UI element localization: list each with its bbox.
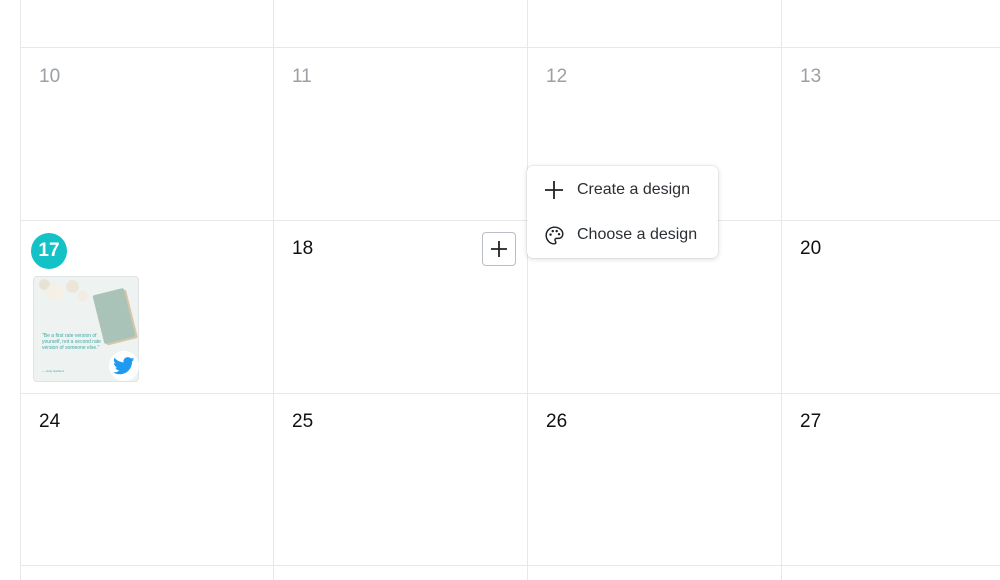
add-design-menu: Create a design Choose a design <box>527 166 718 258</box>
day-number: 26 <box>546 411 568 432</box>
day-cell[interactable]: 13 <box>782 48 1000 220</box>
day-number: 24 <box>39 411 61 432</box>
palette-icon <box>543 224 565 246</box>
menu-item-create-design[interactable]: Create a design <box>527 168 718 212</box>
day-cell[interactable]: 27 <box>782 394 1000 565</box>
day-cell[interactable]: 10 <box>21 48 273 220</box>
menu-item-choose-design[interactable]: Choose a design <box>527 213 718 257</box>
design-quote-author: — Judy Garland <box>42 369 64 373</box>
calendar-grid: 10 11 12 13 17 "Be a first rate version … <box>0 0 1000 580</box>
twitter-icon <box>109 351 139 381</box>
day-cell[interactable]: 26 <box>528 394 781 565</box>
add-design-button[interactable] <box>482 232 516 266</box>
day-number: 20 <box>800 238 822 259</box>
today-badge: 17 <box>31 233 67 269</box>
menu-item-label: Create a design <box>577 181 690 198</box>
day-number: 13 <box>800 66 822 87</box>
day-number: 10 <box>39 66 61 87</box>
design-quote-text: "Be a first rate version of yourself, no… <box>42 333 101 351</box>
menu-item-label: Choose a design <box>577 226 698 243</box>
grid-divider <box>20 565 1000 566</box>
day-number: 25 <box>292 411 314 432</box>
day-number: 18 <box>292 238 314 259</box>
plus-icon <box>543 179 565 201</box>
day-cell[interactable]: 11 <box>274 48 527 220</box>
day-cell[interactable]: 24 <box>21 394 273 565</box>
day-number: 11 <box>292 66 312 87</box>
day-number: 12 <box>546 66 568 87</box>
day-cell[interactable]: 20 <box>782 221 1000 393</box>
day-number: 27 <box>800 411 822 432</box>
plus-icon <box>491 241 507 257</box>
day-cell[interactable]: 25 <box>274 394 527 565</box>
day-cell-today[interactable]: 17 "Be a first rate version of yourself,… <box>21 221 273 393</box>
